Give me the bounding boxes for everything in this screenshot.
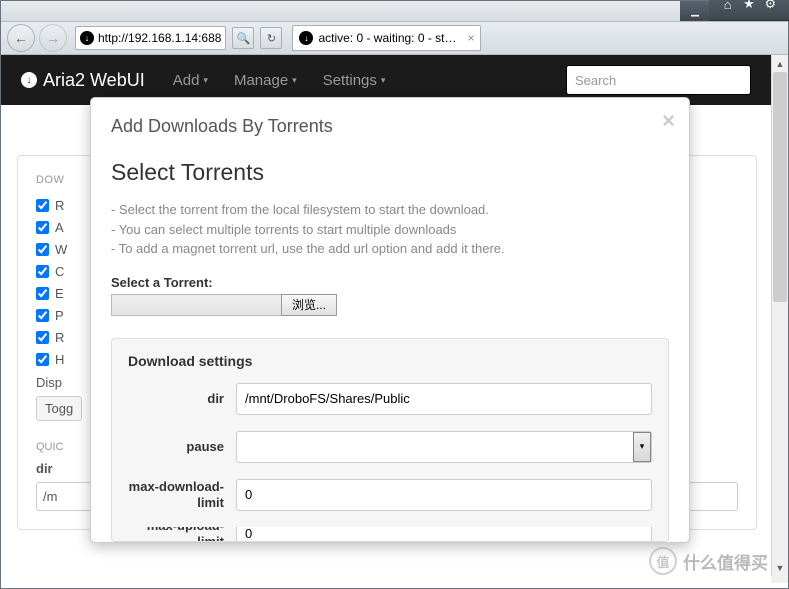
browser-tab[interactable]: ↓ active: 0 - waiting: 0 - sto... × [292,25,481,51]
file-input-row: 浏览... [111,294,669,316]
browse-button[interactable]: 浏览... [281,294,337,316]
toggle-button[interactable]: Togg [36,396,82,421]
modal-hints: - Select the torrent from the local file… [111,200,669,259]
modal-close-icon[interactable]: × [662,108,675,134]
window-titlebar: ▁ ▢ ✕ [1,1,788,22]
tab-title: active: 0 - waiting: 0 - sto... [318,31,458,45]
scroll-up-icon[interactable]: ▲ [772,55,788,72]
address-bar[interactable]: ↓ http://192.168.1.14:688 [75,26,226,50]
scroll-thumb[interactable] [773,72,787,302]
watermark: 值 什么值得买 [649,547,768,575]
caret-icon: ▾ [381,75,386,86]
chevron-down-icon[interactable]: ▾ [633,432,651,462]
dir-field[interactable]: /mnt/DroboFS/Shares/Public [236,383,652,415]
browser-toolbar: ← → ↓ http://192.168.1.14:688 🔍 ↻ ↓ acti… [1,22,788,55]
pause-field-label: pause [128,439,236,455]
nav-add[interactable]: Add▾ [173,72,208,89]
search-input[interactable]: Search [566,65,751,95]
checkbox[interactable] [36,199,49,212]
watermark-icon: 值 [649,547,677,575]
modal-title: Add Downloads By Torrents [111,116,669,137]
caret-icon: ▾ [203,75,208,86]
checkbox[interactable] [36,331,49,344]
checkbox[interactable] [36,221,49,234]
download-settings-box: Download settings dir /mnt/DroboFS/Share… [111,338,669,542]
settings-box-title: Download settings [128,353,652,369]
checkbox[interactable] [36,353,49,366]
modal-section-title: Select Torrents [111,159,669,186]
checkbox[interactable] [36,265,49,278]
resize-grip[interactable] [771,576,788,583]
brand-icon: ↓ [21,72,37,88]
minimize-button[interactable]: ▁ [680,1,710,21]
browser-toolbar-right: ⌂ ★ ⚙ [709,0,789,21]
brand[interactable]: ↓ Aria2 WebUI [21,70,145,91]
brand-text: Aria2 WebUI [43,70,145,91]
add-torrent-modal: × Add Downloads By Torrents Select Torre… [90,97,690,543]
page-content: ↓ Aria2 WebUI Add▾ Manage▾ Settings▾ Sea… [1,55,788,583]
vertical-scrollbar[interactable]: ▲ ▼ [771,55,788,576]
nav-manage[interactable]: Manage▾ [234,72,297,89]
checkbox[interactable] [36,309,49,322]
max-upload-field[interactable]: 0 [236,527,652,541]
search-url-button[interactable]: 🔍 [232,27,254,49]
checkbox[interactable] [36,287,49,300]
select-torrent-label: Select a Torrent: [111,275,669,290]
checkbox[interactable] [36,243,49,256]
refresh-button[interactable]: ↻ [260,27,282,49]
site-favicon: ↓ [80,31,94,45]
favorites-icon[interactable]: ★ [741,0,756,13]
max-download-label: max-download-limit [128,479,236,510]
watermark-text: 什么值得买 [683,549,768,574]
url-text: http://192.168.1.14:688 [98,31,221,45]
tab-favicon: ↓ [299,31,313,45]
max-download-field[interactable]: 0 [236,479,652,511]
back-button[interactable]: ← [7,24,35,52]
caret-icon: ▾ [292,75,297,86]
gear-icon[interactable]: ⚙ [763,0,778,13]
tab-close-icon[interactable]: × [467,31,474,45]
file-path-field[interactable] [111,294,281,316]
forward-button[interactable]: → [39,24,67,52]
pause-select[interactable]: ▾ [236,431,652,463]
home-icon[interactable]: ⌂ [720,0,735,13]
nav-settings[interactable]: Settings▾ [323,72,386,89]
dir-field-label: dir [128,391,236,407]
max-upload-label: max-upload-limit [128,527,236,541]
scroll-down-icon[interactable]: ▼ [772,559,788,576]
